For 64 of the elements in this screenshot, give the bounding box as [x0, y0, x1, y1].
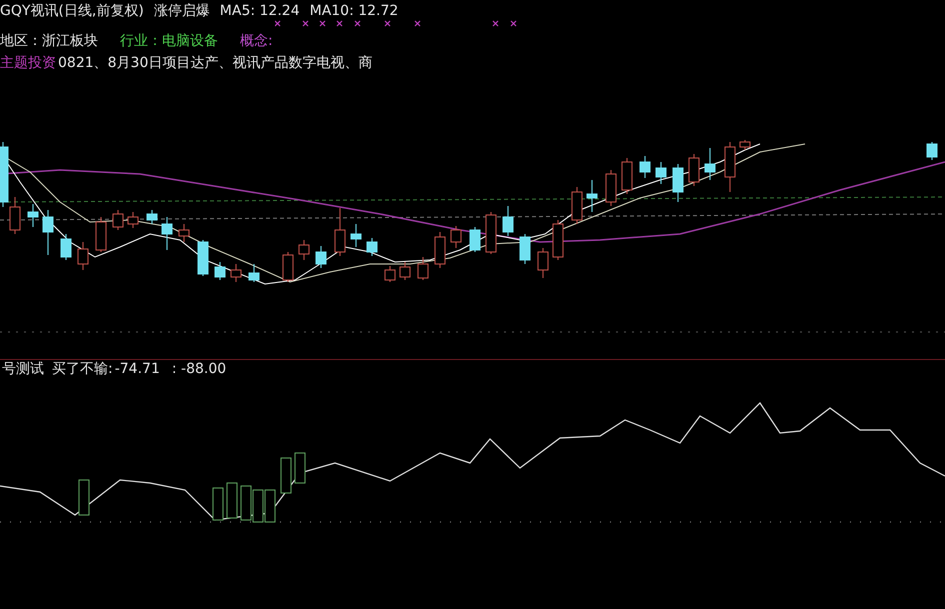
indicator-bar	[280, 458, 292, 494]
moving-average-value: MA10: 12.72	[310, 2, 398, 20]
info-label: 概念:	[240, 32, 273, 50]
candlestick	[470, 226, 480, 252]
theme-label: 主题投资	[0, 54, 56, 72]
moving-average-value: MA5: 12.24	[220, 2, 300, 20]
indicator-bar	[264, 490, 276, 522]
candlestick	[214, 262, 226, 280]
indicator-bar	[212, 488, 224, 520]
candlestick	[350, 224, 362, 248]
candlestick	[688, 154, 700, 186]
candlestick	[622, 158, 632, 194]
indicator-bar	[240, 486, 252, 520]
candlestick	[538, 248, 548, 278]
candlestick	[586, 180, 598, 212]
candlestick	[520, 234, 530, 264]
candlestick	[366, 238, 378, 256]
stock-title: GQY视讯(日线,前复权)	[0, 2, 144, 20]
candlestick	[400, 262, 410, 280]
candlestick	[724, 142, 736, 192]
indicator-bar	[294, 452, 306, 484]
candlestick	[740, 140, 750, 150]
pattern-label: 涨停启爆	[154, 2, 210, 20]
candlestick	[28, 204, 38, 228]
candlestick	[926, 142, 938, 160]
theme-text: 0821、8月30日项目达产、视讯产品数字电视、商	[58, 54, 372, 72]
candlestick	[552, 220, 564, 260]
candlestick	[316, 246, 326, 268]
info-label: 行业：电脑设备	[120, 32, 218, 50]
candlestick	[230, 264, 242, 282]
candlestick	[128, 212, 138, 228]
candlestick	[78, 242, 88, 270]
indicator-label: 买了不输:	[52, 360, 113, 378]
candlestick	[248, 264, 260, 282]
candlestick	[298, 240, 310, 260]
indicator-name: 号测试	[2, 360, 44, 378]
candlestick	[672, 164, 684, 202]
indicator-bar	[252, 490, 264, 522]
candlestick	[162, 216, 172, 250]
indicator-value: : -88.00	[172, 360, 226, 378]
indicator-bar	[78, 480, 90, 516]
candlestick	[704, 148, 716, 180]
candlestick	[656, 162, 666, 184]
candlestick	[334, 208, 346, 256]
candlestick	[450, 226, 462, 248]
candlestick	[572, 186, 582, 224]
candlestick	[60, 234, 72, 260]
candlestick	[112, 210, 124, 230]
candlestick	[282, 252, 294, 282]
info-label: 地区：浙江板块	[0, 32, 98, 50]
candlestick	[418, 256, 428, 280]
candlestick	[384, 266, 396, 282]
indicator-bar	[226, 482, 238, 518]
indicator-value: -74.71	[114, 360, 160, 378]
candlestick	[486, 212, 496, 254]
candlestick	[146, 210, 158, 224]
candlestick	[640, 156, 650, 178]
candlestick	[198, 240, 208, 276]
candlestick	[434, 232, 446, 268]
candlestick	[42, 210, 54, 256]
candlestick	[502, 206, 514, 236]
candlestick	[178, 224, 190, 242]
candlestick	[606, 170, 616, 206]
candlestick	[96, 216, 106, 252]
